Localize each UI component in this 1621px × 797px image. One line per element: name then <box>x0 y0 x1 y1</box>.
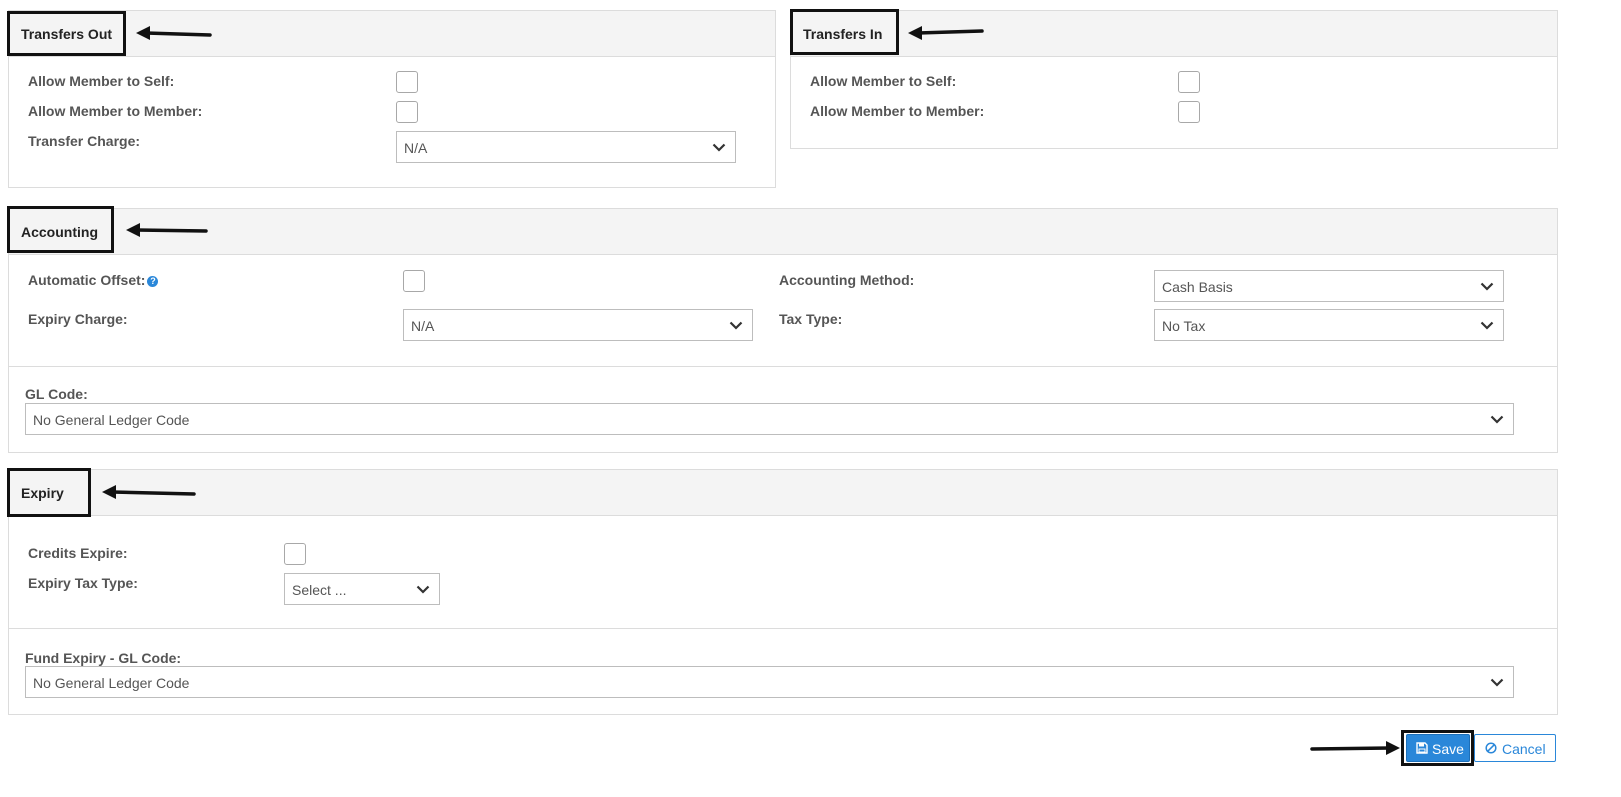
expiry-header: Expiry <box>9 470 1557 516</box>
accounting-highlight-box <box>7 206 114 253</box>
expiry-tax-type-value: Select ... <box>292 582 347 598</box>
out-member-to-self-checkbox[interactable] <box>396 71 418 93</box>
expiry-tax-type-select[interactable]: Select ... <box>284 573 440 605</box>
arrow-left-icon <box>136 26 212 40</box>
gl-code-label: GL Code: <box>25 386 88 402</box>
chevron-down-icon <box>1490 415 1504 424</box>
expiry-charge-select[interactable]: N/A <box>403 309 753 341</box>
save-highlight-box <box>1401 730 1474 766</box>
gl-code-select[interactable]: No General Ledger Code <box>25 403 1514 435</box>
expiry-charge-value: N/A <box>411 318 435 334</box>
expiry-charge-label: Expiry Charge: <box>28 311 128 327</box>
fund-expiry-gl-value: No General Ledger Code <box>33 675 190 691</box>
arrow-right-icon <box>1310 741 1400 755</box>
help-icon[interactable]: ? <box>147 276 159 287</box>
tax-type-label: Tax Type: <box>779 311 843 327</box>
arrow-left-icon <box>126 223 208 237</box>
tax-type-value: No Tax <box>1162 318 1206 334</box>
chevron-down-icon <box>712 143 726 152</box>
expiry-highlight-box <box>7 468 91 517</box>
expiry-panel: Expiry Credits Expire: Expiry Tax Type: … <box>8 469 1558 715</box>
fund-expiry-gl-label: Fund Expiry - GL Code: <box>25 650 182 666</box>
in-member-to-member-checkbox[interactable] <box>1178 101 1200 123</box>
cancel-button[interactable]: Cancel <box>1474 734 1556 762</box>
transfer-charge-value: N/A <box>404 140 428 156</box>
automatic-offset-label: Automatic Offset:? <box>28 272 159 288</box>
accounting-method-value: Cash Basis <box>1162 279 1233 295</box>
transfer-charge-label: Transfer Charge: <box>28 133 141 149</box>
out-member-to-member-label: Allow Member to Member: <box>28 103 203 119</box>
in-member-to-self-checkbox[interactable] <box>1178 71 1200 93</box>
chevron-down-icon <box>1490 678 1504 687</box>
accounting-divider <box>9 366 1557 367</box>
accounting-header: Accounting <box>9 209 1557 255</box>
credits-expire-label: Credits Expire: <box>28 545 128 561</box>
chevron-down-icon <box>416 585 430 594</box>
out-member-to-member-checkbox[interactable] <box>396 101 418 123</box>
ban-icon <box>1485 742 1497 754</box>
automatic-offset-checkbox[interactable] <box>403 270 425 292</box>
accounting-method-select[interactable]: Cash Basis <box>1154 270 1504 302</box>
chevron-down-icon <box>1480 282 1494 291</box>
transfer-charge-select[interactable]: N/A <box>396 131 736 163</box>
cancel-label: Cancel <box>1502 741 1546 757</box>
in-member-to-member-label: Allow Member to Member: <box>810 103 985 119</box>
transfers-in-highlight-box <box>790 9 899 55</box>
transfers-out-highlight-box <box>7 11 126 56</box>
accounting-panel: Accounting Automatic Offset:? Expiry Cha… <box>8 208 1558 453</box>
gl-code-value: No General Ledger Code <box>33 412 190 428</box>
out-member-to-self-label: Allow Member to Self: <box>28 73 175 89</box>
expiry-tax-type-label: Expiry Tax Type: <box>28 575 138 591</box>
credits-expire-checkbox[interactable] <box>284 543 306 565</box>
fund-expiry-gl-select[interactable]: No General Ledger Code <box>25 666 1514 698</box>
in-member-to-self-label: Allow Member to Self: <box>810 73 957 89</box>
chevron-down-icon <box>729 321 743 330</box>
chevron-down-icon <box>1480 321 1494 330</box>
arrow-left-icon <box>102 485 196 499</box>
accounting-method-label: Accounting Method: <box>779 272 915 288</box>
expiry-divider <box>9 628 1557 629</box>
arrow-left-icon <box>908 26 984 40</box>
tax-type-select[interactable]: No Tax <box>1154 309 1504 341</box>
